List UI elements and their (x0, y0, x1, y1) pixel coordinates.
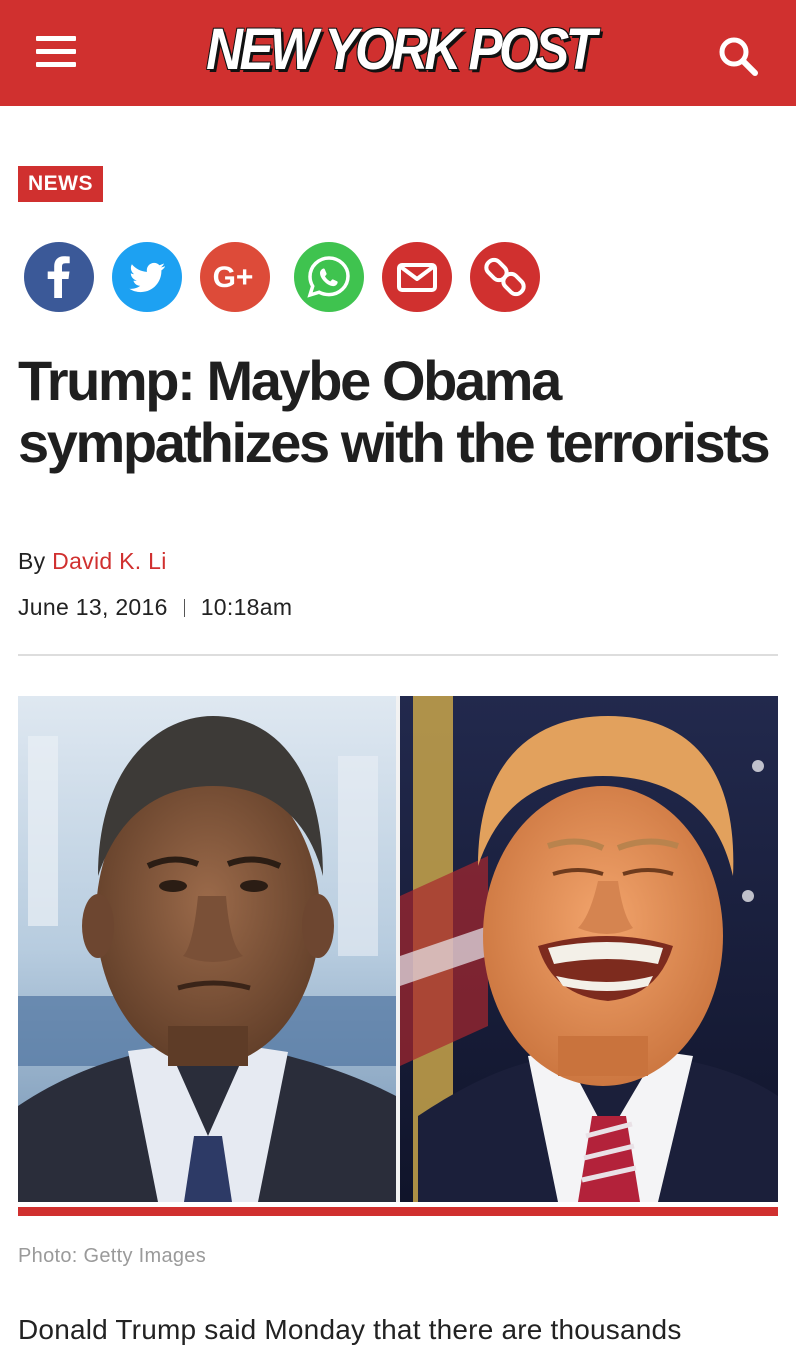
facebook-share-button[interactable] (24, 242, 94, 312)
publish-dateline: June 13, 2016 10:18am (18, 594, 292, 621)
site-logo[interactable]: NEW YORK POST (180, 14, 616, 86)
whatsapp-share-button[interactable] (294, 242, 364, 312)
email-share-button[interactable] (382, 242, 452, 312)
top-header-bar: NEW YORK POST (0, 0, 796, 106)
author-link[interactable]: David K. Li (52, 548, 167, 574)
publish-time: 10:18am (200, 594, 293, 620)
divider (18, 654, 778, 656)
photo-caption: Photo: Getty Images (18, 1245, 207, 1267)
article-body-text: Donald Trump said Monday that there are … (18, 1314, 682, 1345)
photo-accent-bar (18, 1207, 778, 1216)
headline-text: Trump: Maybe Obama sympathizes with the … (18, 349, 771, 474)
site-logo-text: NEW YORK POST (206, 17, 597, 82)
hamburger-menu-icon[interactable] (36, 36, 76, 68)
twitter-icon (129, 262, 165, 293)
link-icon (484, 257, 526, 297)
date-separator (183, 599, 185, 617)
byline-prefix: By (18, 548, 46, 574)
byline: By David K. Li (18, 548, 167, 575)
google-plus-icon: G+ (213, 261, 254, 294)
whatsapp-icon (307, 256, 350, 298)
section-tag[interactable]: NEWS (18, 166, 103, 202)
copy-link-share-button[interactable] (470, 242, 540, 312)
publish-date: June 13, 2016 (18, 594, 168, 620)
twitter-share-button[interactable] (112, 242, 182, 312)
article-photo[interactable] (18, 696, 778, 1202)
search-icon[interactable] (716, 34, 760, 78)
email-icon (397, 263, 437, 292)
facebook-icon (47, 256, 70, 298)
share-buttons-row: G+ (24, 242, 564, 312)
svg-text:G+: G+ (213, 261, 254, 294)
article-headline: Trump: Maybe Obama sympathizes with the … (18, 350, 778, 474)
google-plus-share-button[interactable]: G+ (200, 242, 270, 312)
